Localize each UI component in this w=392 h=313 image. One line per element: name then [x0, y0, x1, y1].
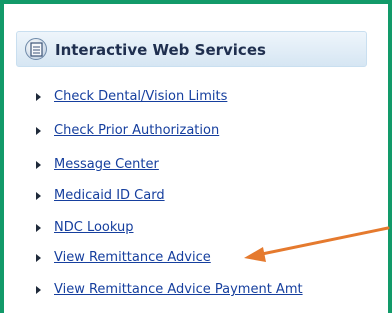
annotation-arrow — [244, 226, 390, 262]
